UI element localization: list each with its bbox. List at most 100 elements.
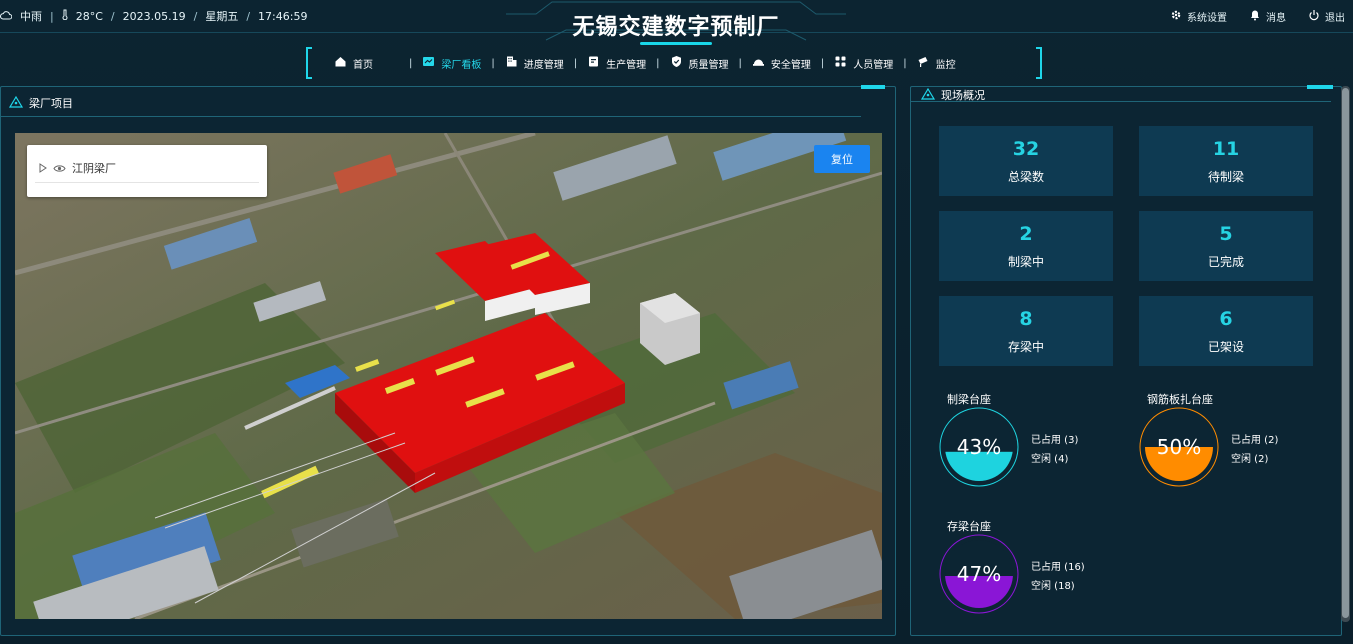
- nav-item-label: 监控: [935, 59, 956, 71]
- idle-count: 空闲 (18): [1031, 581, 1075, 592]
- gauge-legend: 已占用 (3) 空闲 (4): [1031, 431, 1078, 469]
- nav-item-label: 首页: [353, 59, 373, 71]
- temperature-text: 28°C: [75, 9, 103, 23]
- nav-bracket-right: [1036, 47, 1042, 79]
- stat-value: 5: [1219, 223, 1233, 245]
- beam-factory-panel: 梁厂项目 江阴梁厂 复位: [0, 85, 896, 636]
- gauge-chart: 47%: [939, 534, 1019, 614]
- nav-item-progress[interactable]: 进度管理: [499, 55, 570, 71]
- gauge-percent: 50%: [1157, 435, 1201, 459]
- triangle-node-icon: [8, 95, 24, 111]
- nav-item-quality[interactable]: 质量管理: [664, 55, 735, 71]
- factory-3d-map[interactable]: 江阴梁厂 复位: [15, 133, 882, 619]
- camera-icon: [917, 55, 930, 71]
- stat-value: 6: [1219, 308, 1233, 330]
- stat-card-total-beams: 32 总梁数: [939, 126, 1113, 196]
- stat-value: 32: [1012, 138, 1040, 160]
- occupied-count: 已占用 (16): [1031, 562, 1085, 573]
- reset-view-button[interactable]: 复位: [814, 145, 870, 173]
- logout-button[interactable]: 退出: [1308, 9, 1345, 24]
- nav-item-label: 安全管理: [770, 59, 811, 71]
- gauge-percent: 47%: [957, 562, 1001, 586]
- top-actions: 系统设置 消息 退出: [1170, 9, 1345, 24]
- power-icon: [1308, 9, 1320, 24]
- nav-item-monitor[interactable]: 监控: [911, 55, 962, 71]
- gauge-beam-pedestal: 制梁台座 43% 已占用 (3) 空闲 (4): [939, 391, 1147, 501]
- nav-item-production[interactable]: 生产管理: [581, 55, 652, 71]
- stat-value: 8: [1019, 308, 1033, 330]
- shield-check-icon: [670, 55, 683, 71]
- eye-icon[interactable]: [53, 158, 66, 177]
- scrollbar-thumb[interactable]: [1342, 88, 1349, 618]
- layer-tree-panel: 江阴梁厂: [27, 145, 267, 197]
- gauge-title: 存梁台座: [947, 520, 991, 533]
- nav-item-label: 进度管理: [523, 59, 564, 71]
- panel-title-text: 现场概况: [941, 89, 985, 102]
- occupied-count: 已占用 (3): [1031, 435, 1079, 446]
- nav-item-label: 人员管理: [853, 59, 894, 71]
- stat-card-in-storage: 8 存梁中: [939, 296, 1113, 366]
- home-icon: [334, 55, 347, 71]
- gauge-rebar-pedestal: 钢筋板扎台座 50% 已占用 (2) 空闲 (2): [1139, 391, 1347, 501]
- logout-label: 退出: [1325, 13, 1345, 24]
- satellite-map-image: [15, 133, 882, 619]
- gauge-title: 钢筋板扎台座: [1147, 393, 1213, 406]
- weekday-text: 星期五: [205, 10, 239, 23]
- idle-count: 空闲 (2): [1231, 454, 1269, 465]
- nav-item-beam-board[interactable]: 梁厂看板: [416, 55, 487, 71]
- gauge-legend: 已占用 (2) 空闲 (2): [1231, 431, 1278, 469]
- panel-title: 现场概况: [920, 87, 985, 103]
- gauge-storage-pedestal: 存梁台座 47% 已占用 (16) 空闲 (18): [939, 518, 1147, 628]
- clipboard-icon: [587, 55, 600, 71]
- gear-icon: [1170, 9, 1182, 24]
- stat-card-completed: 5 已完成: [1139, 211, 1313, 281]
- nav-items: 首页 | 梁厂看板 | 进度管理 | 生产管理 | 质量管理 | 安全管理 | …: [328, 47, 962, 79]
- gauge-chart: 50%: [1139, 407, 1219, 487]
- stat-card-erected: 6 已架设: [1139, 296, 1313, 366]
- nav-item-personnel[interactable]: 人员管理: [828, 55, 899, 71]
- bell-icon: [1249, 9, 1261, 24]
- right-panel-scrollbar[interactable]: [1341, 86, 1350, 622]
- stat-card-pending: 11 待制梁: [1139, 126, 1313, 196]
- nav-item-label: 生产管理: [606, 59, 647, 71]
- stat-card-in-production: 2 制梁中: [939, 211, 1113, 281]
- nav-item-label: 质量管理: [688, 59, 729, 71]
- grid-icon: [834, 55, 847, 71]
- stat-label: 已完成: [1207, 255, 1244, 269]
- gauge-chart: 43%: [939, 407, 1019, 487]
- building-icon: [505, 55, 518, 71]
- nav-bracket-left: [306, 47, 312, 79]
- date-text: 2023.05.19: [122, 9, 186, 23]
- nav-item-label: 梁厂看板: [441, 59, 482, 71]
- panel-header-divider: [1, 116, 861, 117]
- header: 中雨 | 28°C / 2023.05.19 / 星期五 / 17:46:59 …: [0, 0, 1353, 45]
- expand-triangle-icon[interactable]: [39, 158, 47, 177]
- main-nav: 首页 | 梁厂看板 | 进度管理 | 生产管理 | 质量管理 | 安全管理 | …: [306, 47, 1042, 79]
- gauge-title: 制梁台座: [947, 393, 991, 406]
- panel-corner-accent: [1307, 85, 1333, 89]
- weather-text: 中雨: [20, 10, 42, 23]
- stat-label: 存梁中: [1007, 340, 1044, 354]
- idle-count: 空闲 (4): [1031, 454, 1069, 465]
- stat-value: 2: [1019, 223, 1033, 245]
- site-overview-panel: 现场概况 32 总梁数 11 待制梁 2 制梁中 5 已完成 8 存梁中 6 已…: [910, 85, 1342, 636]
- stat-label: 已架设: [1207, 340, 1244, 354]
- messages-button[interactable]: 消息: [1249, 9, 1286, 24]
- panel-corner-accent: [861, 85, 885, 89]
- stat-value: 11: [1212, 138, 1240, 160]
- messages-label: 消息: [1266, 13, 1286, 24]
- helmet-icon: [752, 55, 765, 71]
- chart-board-icon: [422, 55, 435, 71]
- system-settings-label: 系统设置: [1187, 13, 1227, 24]
- title-underline: [640, 42, 712, 45]
- stat-label: 总梁数: [1007, 170, 1044, 184]
- cloud-icon: [0, 10, 13, 23]
- nav-item-safety[interactable]: 安全管理: [746, 55, 817, 71]
- system-settings-button[interactable]: 系统设置: [1170, 9, 1227, 24]
- layer-name: 江阴梁厂: [72, 161, 116, 175]
- title-area: 无锡交建数字预制厂: [506, 0, 846, 45]
- nav-item-home[interactable]: 首页: [328, 55, 379, 71]
- stat-label: 待制梁: [1207, 170, 1244, 184]
- page-title: 无锡交建数字预制厂: [572, 15, 780, 40]
- layer-tree-item[interactable]: 江阴梁厂: [35, 153, 259, 183]
